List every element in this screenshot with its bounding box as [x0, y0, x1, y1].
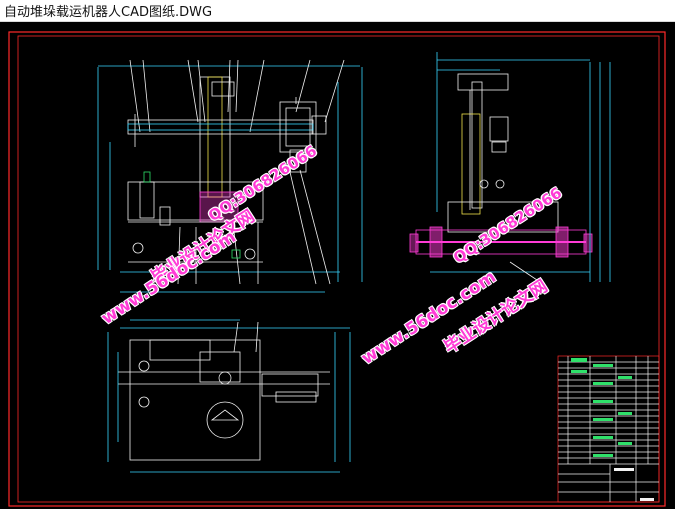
window-titlebar: 自动堆垛载运机器人CAD图纸.DWG: [0, 0, 675, 22]
top-view: [107, 319, 351, 473]
cad-viewer-window: 自动堆垛载运机器人CAD图纸.DWG 毕业设计论文网 www.56doc.com…: [0, 0, 675, 509]
sheet-outer-border: [8, 31, 666, 507]
front-view: [97, 59, 363, 293]
sheet-inner-border: [17, 35, 660, 503]
drawing-canvas[interactable]: 毕业设计论文网 www.56doc.com QQ:306826066 QQ:30…: [0, 22, 675, 509]
window-title: 自动堆垛载运机器人CAD图纸.DWG: [4, 5, 213, 20]
title-block: [557, 355, 660, 503]
side-view: [409, 52, 611, 283]
cad-drawing: [8, 31, 666, 507]
